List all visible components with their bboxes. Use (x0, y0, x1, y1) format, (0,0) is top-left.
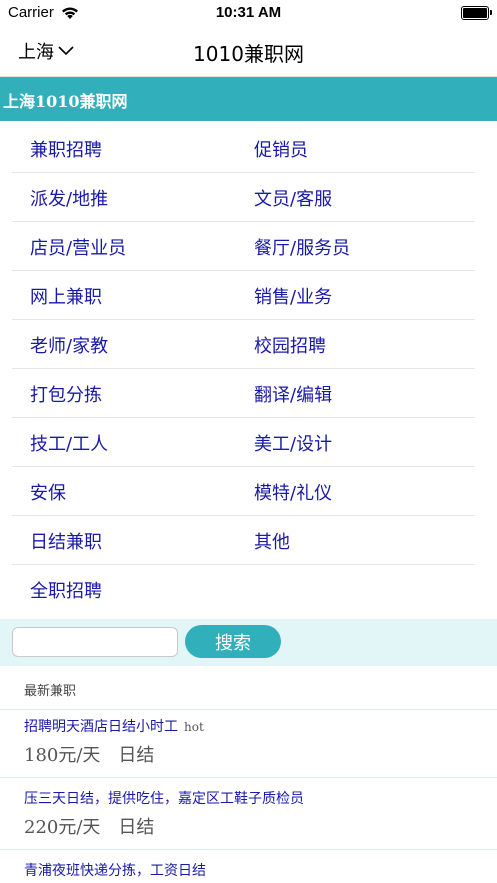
category-row: 技工/工人 美工/设计 (12, 418, 475, 467)
page-title: 1010兼职网 (193, 42, 304, 66)
category-row: 派发/地推 文员/客服 (12, 173, 475, 222)
search-button[interactable]: 搜索 (185, 625, 281, 658)
category-row: 店员/营业员 餐厅/服务员 (12, 222, 475, 271)
category-link[interactable]: 翻译/编辑 (254, 381, 332, 407)
category-link[interactable]: 校园招聘 (254, 332, 326, 358)
job-title-row[interactable]: 压三天日结，提供吃住，嘉定区工鞋子质检员 (24, 788, 304, 808)
category-row: 老师/家教 校园招聘 (12, 320, 475, 369)
job-title[interactable]: 青浦夜班快递分拣，工资日结 (24, 863, 206, 879)
category-row: 日结兼职 其他 (12, 516, 475, 565)
divider (0, 849, 497, 850)
divider (0, 777, 497, 778)
battery-icon (461, 6, 492, 20)
category-link[interactable]: 促销员 (254, 136, 308, 162)
category-link[interactable]: 全职招聘 (30, 577, 102, 603)
job-pay: 180元/天 (24, 745, 101, 766)
hot-badge: hot (184, 720, 204, 734)
job-title[interactable]: 招聘明天酒店日结小时工 (24, 719, 178, 735)
section-title-latest: 最新兼职 (24, 684, 77, 699)
category-link[interactable]: 日结兼职 (30, 528, 102, 554)
job-pay: 220元/天 (24, 817, 101, 838)
job-meta: 180元/天 日结 (24, 741, 154, 767)
category-row: 全职招聘 (12, 565, 475, 613)
category-link[interactable]: 文员/客服 (254, 185, 332, 211)
job-title-row[interactable]: 青浦夜班快递分拣，工资日结 (24, 860, 206, 880)
status-bar: Carrier 10:31 AM (0, 0, 497, 26)
category-link[interactable]: 美工/设计 (254, 430, 332, 456)
category-link[interactable]: 老师/家教 (30, 332, 108, 358)
category-row: 网上兼职 销售/业务 (12, 271, 475, 320)
category-row: 安保 模特/礼仪 (12, 467, 475, 516)
job-title-row[interactable]: 招聘明天酒店日结小时工 hot (24, 716, 204, 736)
job-meta: 220元/天 日结 (24, 813, 154, 839)
search-bar: 搜索 (0, 619, 497, 666)
category-link[interactable]: 其他 (254, 528, 290, 554)
category-link[interactable]: 销售/业务 (254, 283, 332, 309)
clock: 10:31 AM (215, 4, 282, 21)
job-settle: 日结 (118, 745, 155, 766)
category-link[interactable]: 网上兼职 (30, 283, 102, 309)
site-name: 上海1010兼职网 (3, 92, 128, 111)
category-link[interactable]: 兼职招聘 (30, 136, 102, 162)
category-row: 兼职招聘 促销员 (12, 124, 475, 173)
category-link[interactable]: 安保 (30, 479, 66, 505)
search-input[interactable] (12, 627, 178, 657)
category-link[interactable]: 派发/地推 (30, 185, 108, 211)
job-title[interactable]: 压三天日结，提供吃住，嘉定区工鞋子质检员 (24, 791, 304, 807)
category-link[interactable]: 打包分拣 (30, 381, 102, 407)
site-header: 上海1010兼职网 (0, 77, 497, 121)
job-settle: 日结 (118, 817, 155, 838)
navigation-bar: 上海 1010兼职网 (0, 26, 497, 77)
category-link[interactable]: 模特/礼仪 (254, 479, 332, 505)
category-link[interactable]: 店员/营业员 (30, 234, 126, 260)
divider (0, 709, 497, 710)
category-row: 打包分拣 翻译/编辑 (12, 369, 475, 418)
category-link[interactable]: 技工/工人 (30, 430, 108, 456)
category-grid: 兼职招聘 促销员 派发/地推 文员/客服 店员/营业员 餐厅/服务员 网上兼职 … (0, 124, 497, 613)
category-link[interactable]: 餐厅/服务员 (254, 234, 350, 260)
